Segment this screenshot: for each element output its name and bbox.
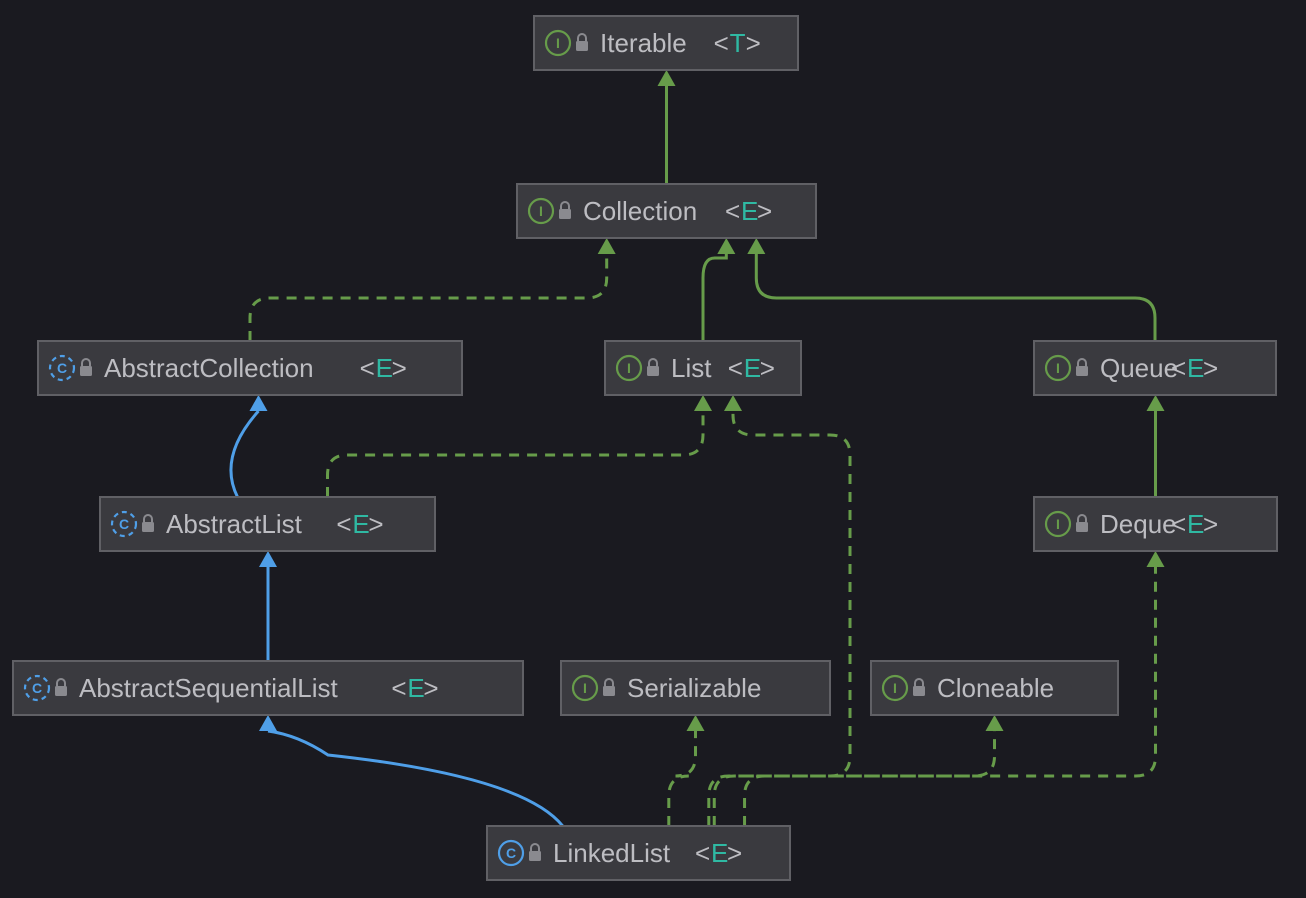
type-parameter: E [711, 838, 728, 868]
class-node-linkedList[interactable]: C LinkedList <E> [487, 826, 790, 880]
edge-linkedList-to-serializable [669, 715, 705, 826]
edge-linkedList-to-list [709, 395, 850, 826]
svg-text:I: I [893, 680, 897, 696]
svg-text:I: I [1056, 360, 1060, 376]
class-node-abstractCollection[interactable]: C AbstractCollection <E> [38, 341, 462, 395]
angle-close: > [1203, 509, 1218, 539]
angle-open: < [695, 838, 710, 868]
angle-close: > [746, 28, 761, 58]
angle-open: < [391, 673, 406, 703]
edge-abstractList-to-list [328, 395, 713, 497]
class-name: Queue [1100, 353, 1178, 383]
class-name: LinkedList [553, 838, 671, 868]
type-parameter: E [1187, 353, 1204, 383]
angle-close: > [757, 196, 772, 226]
edge-abstractCollection-to-collection [250, 238, 616, 341]
edge-queue-to-collection [747, 238, 1155, 341]
angle-close: > [392, 353, 407, 383]
class-node-cloneable[interactable]: I Cloneable [871, 661, 1118, 715]
class-name: AbstractSequentialList [79, 673, 338, 703]
svg-text:I: I [539, 203, 543, 219]
class-name: AbstractCollection [104, 353, 314, 383]
angle-close: > [727, 838, 742, 868]
angle-open: < [1171, 509, 1186, 539]
svg-text:C: C [119, 516, 129, 532]
angle-close: > [368, 509, 383, 539]
angle-open: < [360, 353, 375, 383]
class-node-collection[interactable]: I Collection <E> [517, 184, 816, 238]
angle-close: > [423, 673, 438, 703]
svg-text:I: I [1056, 516, 1060, 532]
class-node-queue[interactable]: I Queue<E> [1034, 341, 1276, 395]
class-name: AbstractList [166, 509, 303, 539]
svg-text:C: C [506, 845, 516, 861]
edge-linkedList-to-cloneable [714, 715, 1003, 826]
svg-text:C: C [32, 680, 42, 696]
angle-open: < [725, 196, 740, 226]
type-parameter: T [730, 28, 746, 58]
nodes-layer: IIterable<T>ICollection<E>CAbstractColle… [13, 16, 1277, 880]
angle-close: > [760, 353, 775, 383]
class-node-list[interactable]: I List <E> [605, 341, 801, 395]
class-name: Cloneable [937, 673, 1054, 703]
svg-text:I: I [583, 680, 587, 696]
class-name: Iterable [600, 28, 687, 58]
type-parameter: E [376, 353, 393, 383]
edge-collection-to-iterable [658, 70, 676, 184]
edge-abstractList-to-abstractCollection [231, 395, 268, 497]
angle-open: < [336, 509, 351, 539]
class-node-deque[interactable]: I Deque<E> [1034, 497, 1277, 551]
uml-class-diagram: IIterable<T>ICollection<E>CAbstractColle… [0, 0, 1306, 898]
class-name: Deque [1100, 509, 1177, 539]
type-parameter: E [407, 673, 424, 703]
angle-open: < [728, 353, 743, 383]
edge-abstractSequential-to-abstractList [259, 551, 277, 661]
class-node-iterable[interactable]: I Iterable <T> [534, 16, 798, 70]
svg-text:I: I [556, 35, 560, 51]
edge-deque-to-queue [1147, 395, 1165, 497]
angle-open: < [714, 28, 729, 58]
class-node-abstractSequential[interactable]: C AbstractSequentialList <E> [13, 661, 523, 715]
angle-open: < [1171, 353, 1186, 383]
type-parameter: E [352, 509, 369, 539]
svg-text:C: C [57, 360, 67, 376]
class-name: Collection [583, 196, 697, 226]
type-parameter: E [1187, 509, 1204, 539]
class-node-abstractList[interactable]: C AbstractList <E> [100, 497, 435, 551]
class-node-serializable[interactable]: I Serializable [561, 661, 830, 715]
edge-linkedList-to-abstractSequential [259, 715, 563, 826]
class-name: Serializable [627, 673, 761, 703]
class-name: List [671, 353, 712, 383]
svg-text:I: I [627, 360, 631, 376]
type-parameter: E [741, 196, 758, 226]
type-parameter: E [744, 353, 761, 383]
angle-close: > [1203, 353, 1218, 383]
edge-list-to-collection [703, 238, 735, 341]
